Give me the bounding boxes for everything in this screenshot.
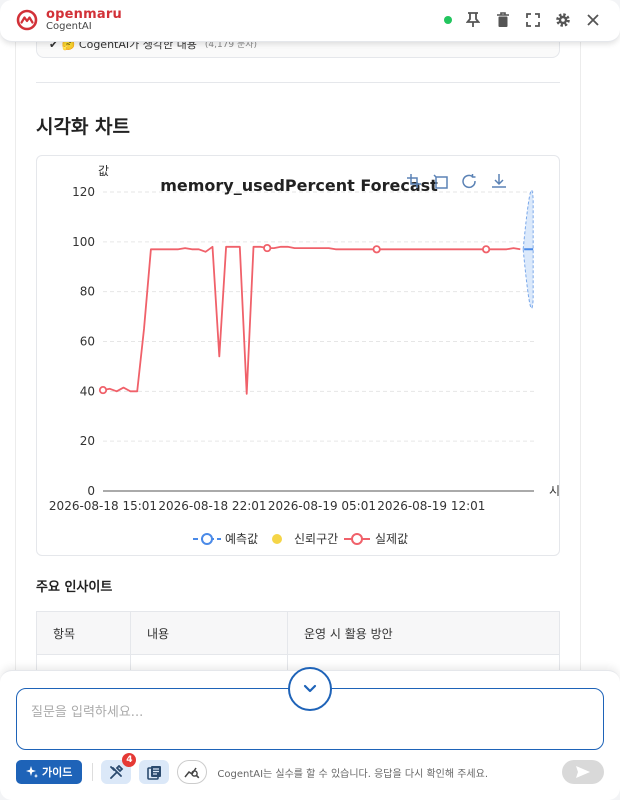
chat-content[interactable]: ✔ 🤔 CogentAI가 생각한 내용 (4,179 문자) 시각화 차트 m…	[15, 30, 581, 690]
product-name: CogentAI	[46, 21, 92, 32]
toolbar-separator	[92, 763, 94, 781]
section-title: 시각화 차트	[36, 116, 131, 138]
x-tick-label: 2026-08-18 22:01	[158, 499, 266, 513]
y-tick-label: 80	[80, 285, 95, 299]
close-icon[interactable]	[584, 11, 602, 29]
x-axis-label: 시	[549, 484, 560, 498]
send-icon	[576, 766, 590, 778]
brand: openmaru CogentAI	[46, 8, 122, 33]
tools-icon	[109, 764, 124, 779]
app-window: ✔ 🤔 CogentAI가 생각한 내용 (4,179 문자) 시각화 차트 m…	[0, 0, 620, 800]
y-tick-label: 120	[72, 185, 95, 199]
y-tick-label: 100	[72, 235, 95, 249]
y-tick-label: 20	[80, 434, 95, 448]
y-axis-label: 값	[98, 164, 109, 178]
legend-forecast-marker	[201, 533, 213, 545]
forecast-chart: memory_usedPercent Forecast값020406080100…	[49, 164, 560, 546]
x-tick-label: 2026-08-19 12:01	[377, 499, 485, 513]
tools-count-badge: 4	[122, 753, 137, 767]
openmaru-logo-icon	[16, 9, 38, 31]
legend-actual-label: 실제값	[375, 532, 408, 546]
y-tick-label: 0	[87, 484, 95, 498]
sparkle-icon	[26, 766, 38, 778]
actual-point-marker	[482, 245, 491, 254]
x-tick-label: 2026-08-19 05:01	[268, 499, 376, 513]
settings-icon[interactable]	[554, 11, 572, 29]
guide-button-label: 가이드	[42, 766, 73, 779]
header-actions	[444, 11, 602, 29]
legend-confidence-label: 신뢰구간	[294, 532, 338, 546]
download-icon	[492, 174, 506, 188]
pin-icon[interactable]	[464, 11, 482, 29]
column-header-item: 항목	[37, 612, 131, 654]
actual-point-marker	[372, 245, 381, 254]
brand-name: openmaru	[46, 7, 122, 22]
guide-button[interactable]: 가이드	[16, 760, 83, 784]
actual-series-line	[102, 245, 521, 395]
zoom-reset-icon	[433, 174, 448, 189]
documents-icon	[147, 765, 161, 780]
y-tick-label: 60	[80, 335, 95, 349]
disclaimer-text: CogentAI는 실수를 할 수 있습니다. 응답을 다시 확인해 주세요.	[217, 768, 489, 780]
x-tick-label: 2026-08-18 15:01	[49, 499, 157, 513]
send-button[interactable]	[562, 760, 604, 784]
chart-card: memory_usedPercent Forecast 값 0 20 40 60 80 100…	[36, 155, 560, 556]
tools-button[interactable]: 4	[101, 753, 137, 784]
collapse-panel-button[interactable]	[288, 667, 332, 711]
chevron-down-icon	[303, 684, 317, 693]
y-tick-label: 40	[80, 384, 95, 398]
legend-confidence-marker	[272, 534, 282, 544]
documents-button[interactable]	[139, 760, 170, 784]
fullscreen-icon[interactable]	[524, 11, 542, 29]
insights-table-header: 항목 내용 운영 시 활용 방안	[37, 612, 559, 655]
input-panel: 가이드 4 CogentAI는 실수를 할 수 있습니다. 응답을 다시 확인해…	[0, 667, 620, 800]
trash-icon[interactable]	[494, 11, 512, 29]
input-toolbar: 가이드 4 CogentAI는 실수를 할 수 있습니다. 응답을 다시 확인해…	[16, 753, 604, 784]
refresh-icon	[462, 174, 476, 189]
insights-title: 주요 인사이트	[36, 580, 113, 595]
online-status-indicator	[444, 16, 452, 24]
chart-search-icon	[184, 767, 200, 779]
legend-forecast-label: 예측값	[225, 532, 258, 546]
actual-point-marker	[263, 243, 272, 253]
app-header: openmaru CogentAI	[0, 0, 620, 42]
actual-point-marker	[98, 385, 108, 395]
column-header-content: 내용	[131, 612, 288, 654]
section-divider	[36, 82, 560, 83]
column-header-usage: 운영 시 활용 방안	[304, 626, 393, 641]
legend-actual-marker	[351, 533, 363, 545]
analysis-button[interactable]	[177, 760, 208, 784]
